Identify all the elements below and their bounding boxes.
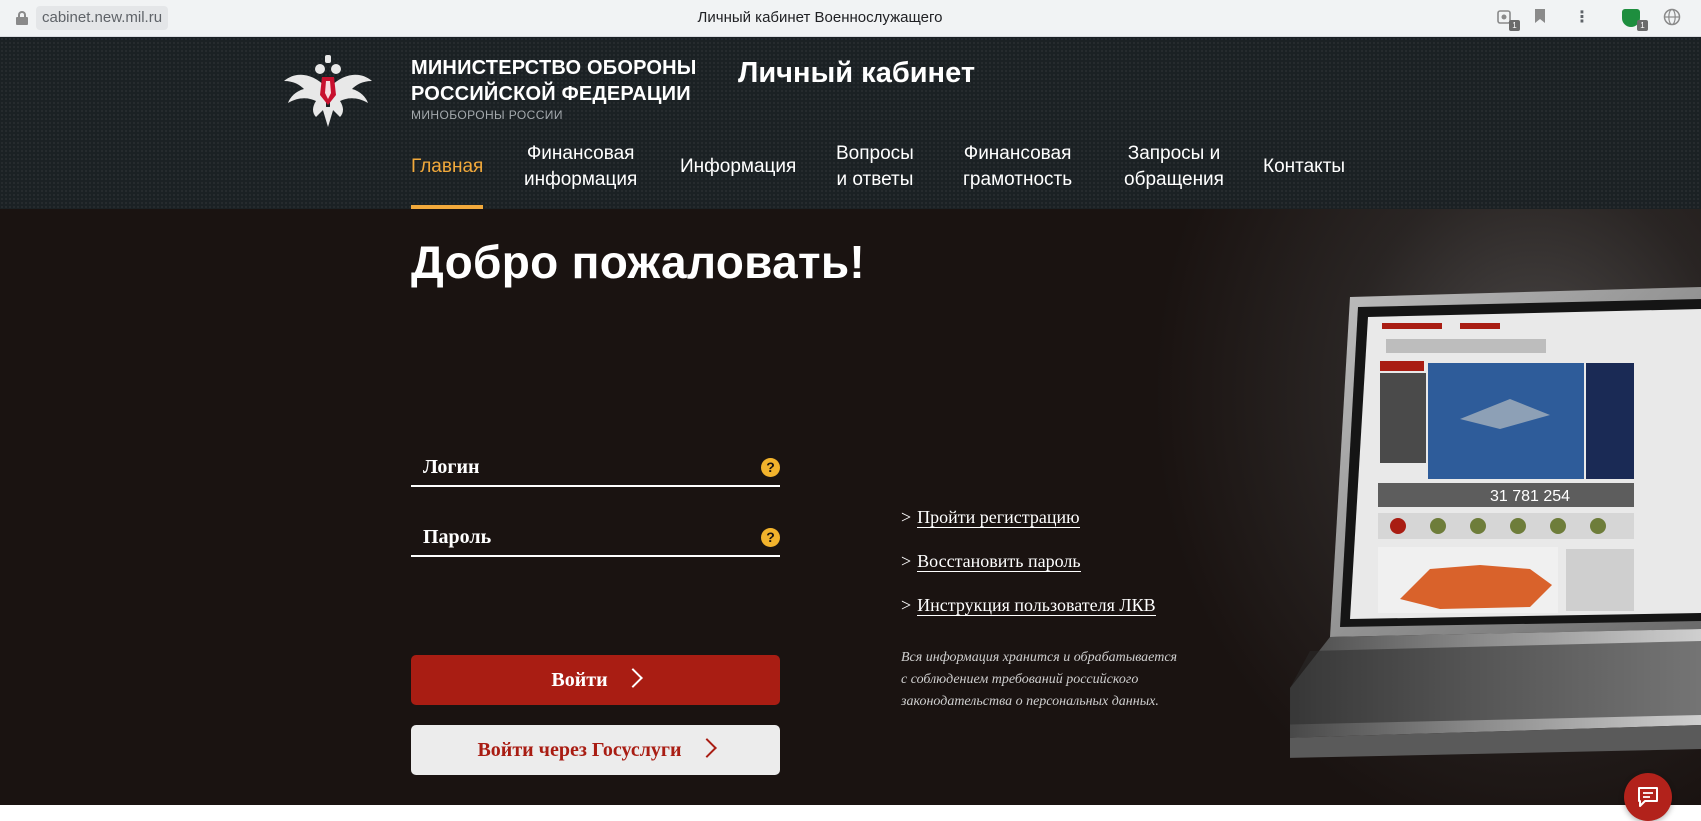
nav-item-requests[interactable]: Запросы и обращения <box>1124 141 1224 209</box>
nav-item-label: и ответы <box>836 169 914 190</box>
chevron-right-icon <box>622 668 643 688</box>
chat-button[interactable] <box>1624 773 1672 821</box>
nav-item-contacts[interactable]: Контакты <box>1263 141 1345 209</box>
welcome-heading: Добро пожаловать! <box>411 236 866 288</box>
globe-icon[interactable] <box>1662 8 1682 28</box>
nav-item-label: Вопросы <box>836 143 914 164</box>
login-help-question-icon[interactable]: ? <box>761 458 780 477</box>
user-guide-link[interactable]: Инструкция пользователя ЛКВ <box>917 595 1156 616</box>
login-button-label: Войти <box>551 669 608 691</box>
nav-item-label: Главная <box>411 156 484 177</box>
user-guide-link-row: > Инструкция пользователя ЛКВ <box>901 595 1156 639</box>
login-field: ? <box>411 449 780 487</box>
nav-item-label: информация <box>524 169 638 190</box>
lock-icon <box>16 11 28 25</box>
register-link[interactable]: Пройти регистрацию <box>917 507 1080 528</box>
bookmark-icon[interactable] <box>1532 8 1548 28</box>
auth-links: > Пройти регистрацию > Восстановить пароль… <box>901 507 1156 639</box>
nav-item-label: грамотность <box>963 169 1073 190</box>
ministry-subtitle: МИНОБОРОНЫ РОССИИ <box>411 108 563 122</box>
page-title-bar: Личный кабинет Военнослужащего <box>697 9 943 26</box>
privacy-note-line: законодательства о персональных данных. <box>901 694 1159 709</box>
login-button[interactable]: Войти <box>411 655 780 705</box>
nav-item-label: Запросы и <box>1127 143 1221 164</box>
link-arrow: > <box>901 507 912 527</box>
laptop-illustration: 31 781 254 <box>1290 287 1701 758</box>
gosuslugi-login-button[interactable]: Войти через Госуслуги <box>411 725 780 775</box>
password-help-question-icon[interactable]: ? <box>761 528 780 547</box>
nav-item-financial-info[interactable]: Финансовая информация <box>524 141 637 209</box>
chevron-right-icon <box>696 738 717 758</box>
link-arrow: > <box>901 595 912 615</box>
nav-item-label: Финансовая <box>963 143 1072 164</box>
login-hero: 31 781 254 Добро пожаловать! ? ? Войти В… <box>0 209 1701 805</box>
double-headed-eagle-emblem-icon[interactable] <box>282 51 374 129</box>
login-input[interactable] <box>423 453 743 481</box>
extension-badge: 1 <box>1509 20 1520 31</box>
browser-toolbar: cabinet.new.mil.ru Личный кабинет Военно… <box>0 0 1701 37</box>
link-arrow: > <box>901 551 912 571</box>
password-input[interactable] <box>423 523 743 551</box>
nav-item-faq[interactable]: Вопросы и ответы <box>836 141 914 209</box>
laptop-screen-counter: 31 781 254 <box>1490 488 1570 505</box>
nav-item-label: Контакты <box>1263 156 1346 177</box>
ministry-logo-text[interactable]: МИНИСТЕРСТВО ОБОРОНЫ РОССИЙСКОЙ ФЕДЕРАЦИ… <box>411 55 697 122</box>
privacy-note: Вся информация хранится и обрабатывается… <box>901 647 1221 713</box>
nav-item-label: Финансовая <box>526 143 635 164</box>
cabinet-title: Личный кабинет <box>738 57 976 89</box>
register-link-row: > Пройти регистрацию <box>901 507 1156 551</box>
restore-password-link[interactable]: Восстановить пароль <box>917 551 1081 572</box>
kebab-menu-icon[interactable]: ⋮ <box>1574 8 1590 28</box>
gosuslugi-button-label: Войти через Госуслуги <box>477 739 682 761</box>
nav-item-financial-literacy[interactable]: Финансовая грамотность <box>963 141 1072 209</box>
site-header: МИНИСТЕРСТВО ОБОРОНЫ РОССИЙСКОЙ ФЕДЕРАЦИ… <box>0 37 1701 209</box>
shield-badge: 1 <box>1637 20 1648 31</box>
privacy-note-line: с соблюдением требований российского <box>901 672 1139 687</box>
nav-item-label: обращения <box>1124 169 1224 190</box>
nav-item-label: Информация <box>680 156 797 177</box>
ministry-name-line1: МИНИСТЕРСТВО ОБОРОНЫ <box>411 57 697 79</box>
nav-item-home[interactable]: Главная <box>411 141 484 209</box>
ministry-name-line2: РОССИЙСКОЙ ФЕДЕРАЦИИ <box>411 83 691 105</box>
chat-bubble-icon <box>1638 787 1658 807</box>
shield-icon[interactable]: 1 <box>1622 8 1648 31</box>
restore-password-link-row: > Восстановить пароль <box>901 551 1156 595</box>
address-bar[interactable]: cabinet.new.mil.ru <box>36 6 169 30</box>
nav-item-information[interactable]: Информация <box>680 141 796 209</box>
privacy-note-line: Вся информация хранится и обрабатывается <box>901 650 1178 665</box>
extension-icon[interactable]: 1 <box>1494 8 1520 31</box>
password-field: ? <box>411 519 780 557</box>
